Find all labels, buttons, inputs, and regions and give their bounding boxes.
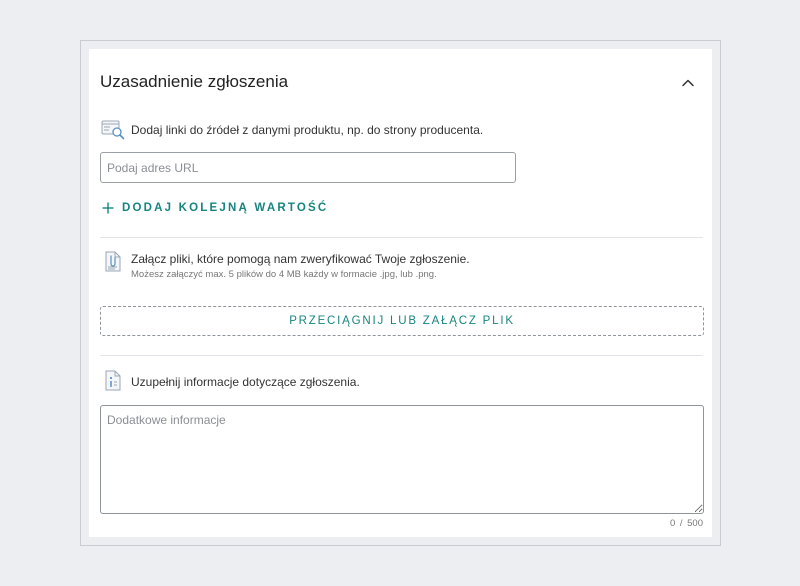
info-document-icon bbox=[105, 370, 121, 391]
form-frame: Uzasadnienie zgłoszenia Dodaj linki do ź… bbox=[80, 40, 721, 546]
justification-card: Uzasadnienie zgłoszenia Dodaj linki do ź… bbox=[89, 49, 712, 537]
add-another-value-button[interactable]: DODAJ KOLEJNĄ WARTOŚĆ bbox=[102, 202, 328, 214]
links-description: Dodaj linki do źródeł z danymi produktu,… bbox=[131, 123, 484, 137]
url-input[interactable] bbox=[100, 152, 516, 183]
divider bbox=[100, 237, 703, 238]
divider bbox=[100, 355, 703, 356]
character-counter: 0 / 500 bbox=[669, 518, 703, 529]
additional-info-textarea[interactable] bbox=[100, 405, 704, 514]
chevron-up-icon[interactable] bbox=[681, 76, 695, 90]
files-hint: Możesz załączyć max. 5 plików do 4 MB ka… bbox=[131, 269, 437, 280]
add-another-value-label: DODAJ KOLEJNĄ WARTOŚĆ bbox=[122, 202, 329, 214]
info-description: Uzupełnij informacje dotyczące zgłoszeni… bbox=[131, 375, 360, 389]
attachment-document-icon bbox=[105, 251, 121, 272]
link-search-icon bbox=[101, 120, 125, 140]
file-dropzone[interactable]: PRZECIĄGNIJ LUB ZAŁĄCZ PLIK bbox=[100, 306, 704, 336]
file-dropzone-label: PRZECIĄGNIJ LUB ZAŁĄCZ PLIK bbox=[289, 315, 515, 327]
plus-icon bbox=[102, 202, 114, 214]
files-description: Załącz pliki, które pomogą nam zweryfiko… bbox=[131, 252, 470, 266]
section-title: Uzasadnienie zgłoszenia bbox=[100, 72, 289, 91]
